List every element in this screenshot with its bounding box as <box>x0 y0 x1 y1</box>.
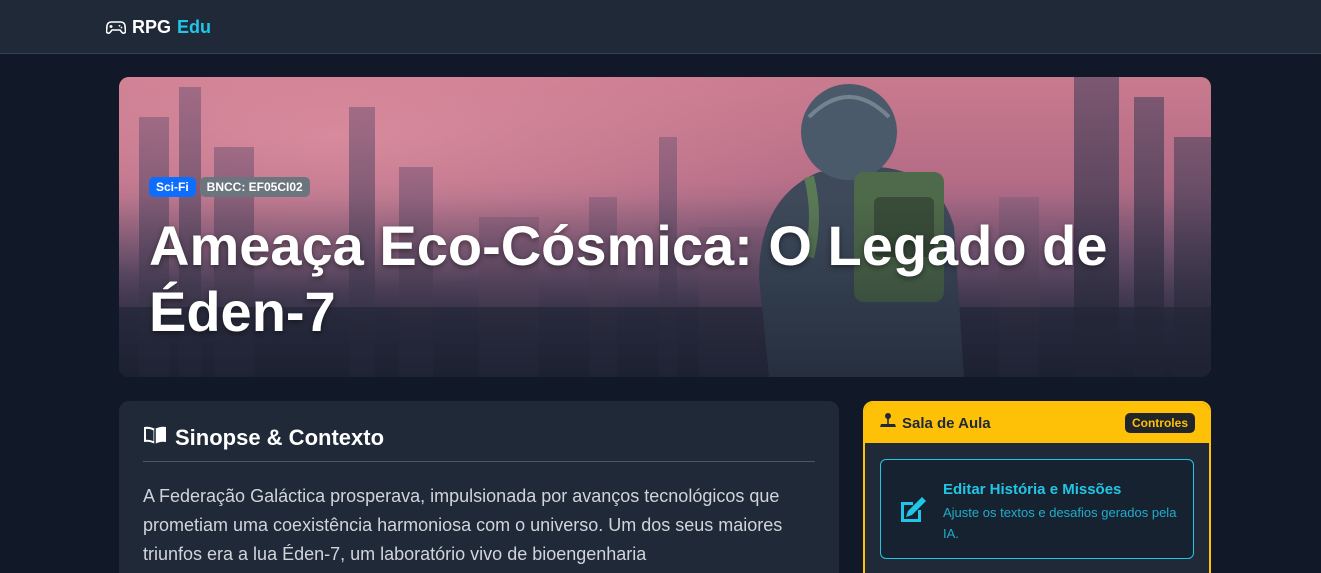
pencil-square-icon <box>897 494 929 531</box>
brand-link[interactable]: RPG Edu <box>106 15 211 39</box>
gamepad-icon <box>106 19 126 35</box>
joystick-icon <box>879 412 897 434</box>
bncc-badge: BNCC: EF05CI02 <box>199 177 310 197</box>
edit-story-button[interactable]: Editar História e Missões Ajuste os text… <box>880 459 1194 559</box>
genre-badge: Sci-Fi <box>149 177 196 197</box>
synopsis-text: A Federação Galáctica prosperava, impuls… <box>143 486 783 564</box>
navbar: RPG Edu <box>0 0 1321 54</box>
hero-badges: Sci-Fi BNCC: EF05CI02 <box>149 177 310 197</box>
classroom-title: Sala de Aula <box>902 414 991 432</box>
synopsis-header: Sinopse & Contexto <box>143 425 815 462</box>
classroom-header: Sala de Aula Controles <box>865 403 1209 443</box>
book-open-icon <box>143 425 167 451</box>
brand-accent: Edu <box>177 16 212 37</box>
edit-story-title: Editar História e Missões <box>943 481 1122 498</box>
hero-banner: Sci-Fi BNCC: EF05CI02 Ameaça Eco-Cósmica… <box>119 77 1211 377</box>
synopsis-heading: Sinopse & Contexto <box>175 425 385 450</box>
classroom-card: Sala de Aula Controles Editar História e… <box>863 401 1211 573</box>
controls-badge: Controles <box>1124 413 1195 433</box>
story-title: Ameaça Eco-Cósmica: O Legado de Éden-7 <box>149 214 1108 343</box>
synopsis-card: Sinopse & Contexto A Federação Galáctica… <box>119 401 839 573</box>
brand-main: RPG <box>132 16 172 37</box>
edit-story-description: Ajuste os textos e desafios gerados pela… <box>943 505 1177 541</box>
